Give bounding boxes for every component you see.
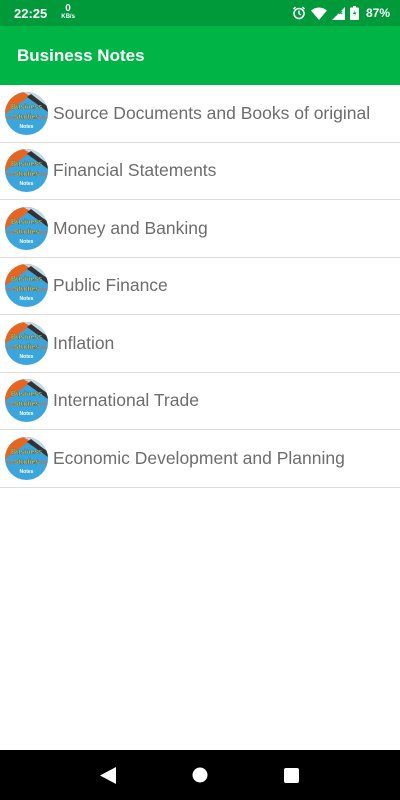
business-studies-notes-icon: Business Studies Notes: [5, 321, 48, 365]
svg-text:Studies: Studies: [14, 459, 39, 466]
list-item-label: International Trade: [53, 390, 199, 411]
app-bar: Business Notes: [0, 26, 400, 85]
alarm-icon: [292, 6, 306, 20]
wifi-icon: [310, 7, 327, 20]
home-icon[interactable]: [170, 750, 230, 800]
svg-text:Studies: Studies: [14, 114, 39, 121]
svg-text:Business: Business: [11, 391, 42, 398]
svg-text:Studies: Studies: [14, 229, 39, 236]
list-item[interactable]: Business Studies Notes Public Finance: [0, 257, 400, 315]
business-studies-notes-icon: Business Studies Notes: [5, 91, 48, 135]
battery-percent: 87%: [365, 6, 390, 20]
svg-text:Studies: Studies: [14, 344, 39, 351]
svg-text:Notes: Notes: [20, 354, 34, 360]
svg-text:Notes: Notes: [20, 296, 34, 302]
list-item-label: Inflation: [53, 332, 115, 353]
svg-text:Notes: Notes: [20, 469, 34, 475]
business-studies-notes-icon: Business Studies Notes: [5, 379, 48, 423]
svg-text:Notes: Notes: [20, 181, 34, 187]
back-icon[interactable]: [78, 750, 138, 800]
list-item[interactable]: Business Studies Notes Inflation: [0, 315, 400, 373]
svg-text:Business: Business: [11, 449, 42, 456]
battery-icon: [349, 6, 359, 20]
list-item[interactable]: Business Studies Notes Economic Developm…: [0, 430, 400, 488]
status-bar: 22:25 0 KB/s 87%: [0, 0, 400, 26]
network-speed-value: 0: [65, 3, 71, 14]
svg-text:Business: Business: [11, 161, 42, 168]
svg-text:Studies: Studies: [14, 171, 39, 178]
svg-text:Notes: Notes: [20, 124, 34, 130]
status-time: 22:25: [14, 5, 48, 21]
status-icons: 87%: [292, 6, 390, 20]
svg-text:Business: Business: [11, 219, 42, 226]
svg-text:Business: Business: [11, 104, 42, 111]
list-item-label: Financial Statements: [53, 160, 217, 181]
svg-text:Business: Business: [11, 334, 42, 341]
svg-text:Notes: Notes: [20, 411, 34, 417]
business-studies-notes-icon: Business Studies Notes: [5, 149, 48, 193]
list-item[interactable]: Business Studies Notes International Tra…: [0, 372, 400, 430]
list-item-label: Public Finance: [53, 275, 168, 296]
list-item-label: Source Documents and Books of original: [53, 102, 371, 123]
list-item[interactable]: Business Studies Notes Financial Stateme…: [0, 142, 400, 200]
list-item-label: Economic Development and Planning: [53, 447, 345, 468]
list-item[interactable]: Business Studies Notes Money and Banking: [0, 200, 400, 258]
network-speed: 0 KB/s: [61, 3, 75, 21]
signal-icon: [331, 6, 345, 20]
chapter-list: Business Studies Notes Source Documents …: [0, 85, 400, 488]
business-studies-notes-icon: Business Studies Notes: [5, 206, 48, 250]
app-title: Business Notes: [17, 45, 145, 65]
business-studies-notes-icon: Business Studies Notes: [5, 436, 48, 480]
list-item[interactable]: Business Studies Notes Source Documents …: [0, 85, 400, 143]
business-studies-notes-icon: Business Studies Notes: [5, 264, 48, 308]
recents-icon[interactable]: [261, 750, 321, 800]
svg-text:Studies: Studies: [14, 401, 39, 408]
svg-text:Studies: Studies: [14, 286, 39, 293]
svg-text:Business: Business: [11, 276, 42, 283]
list-item-label: Money and Banking: [53, 217, 208, 238]
navigation-bar: [0, 750, 400, 800]
network-speed-unit: KB/s: [61, 14, 75, 20]
svg-text:Notes: Notes: [20, 239, 34, 245]
